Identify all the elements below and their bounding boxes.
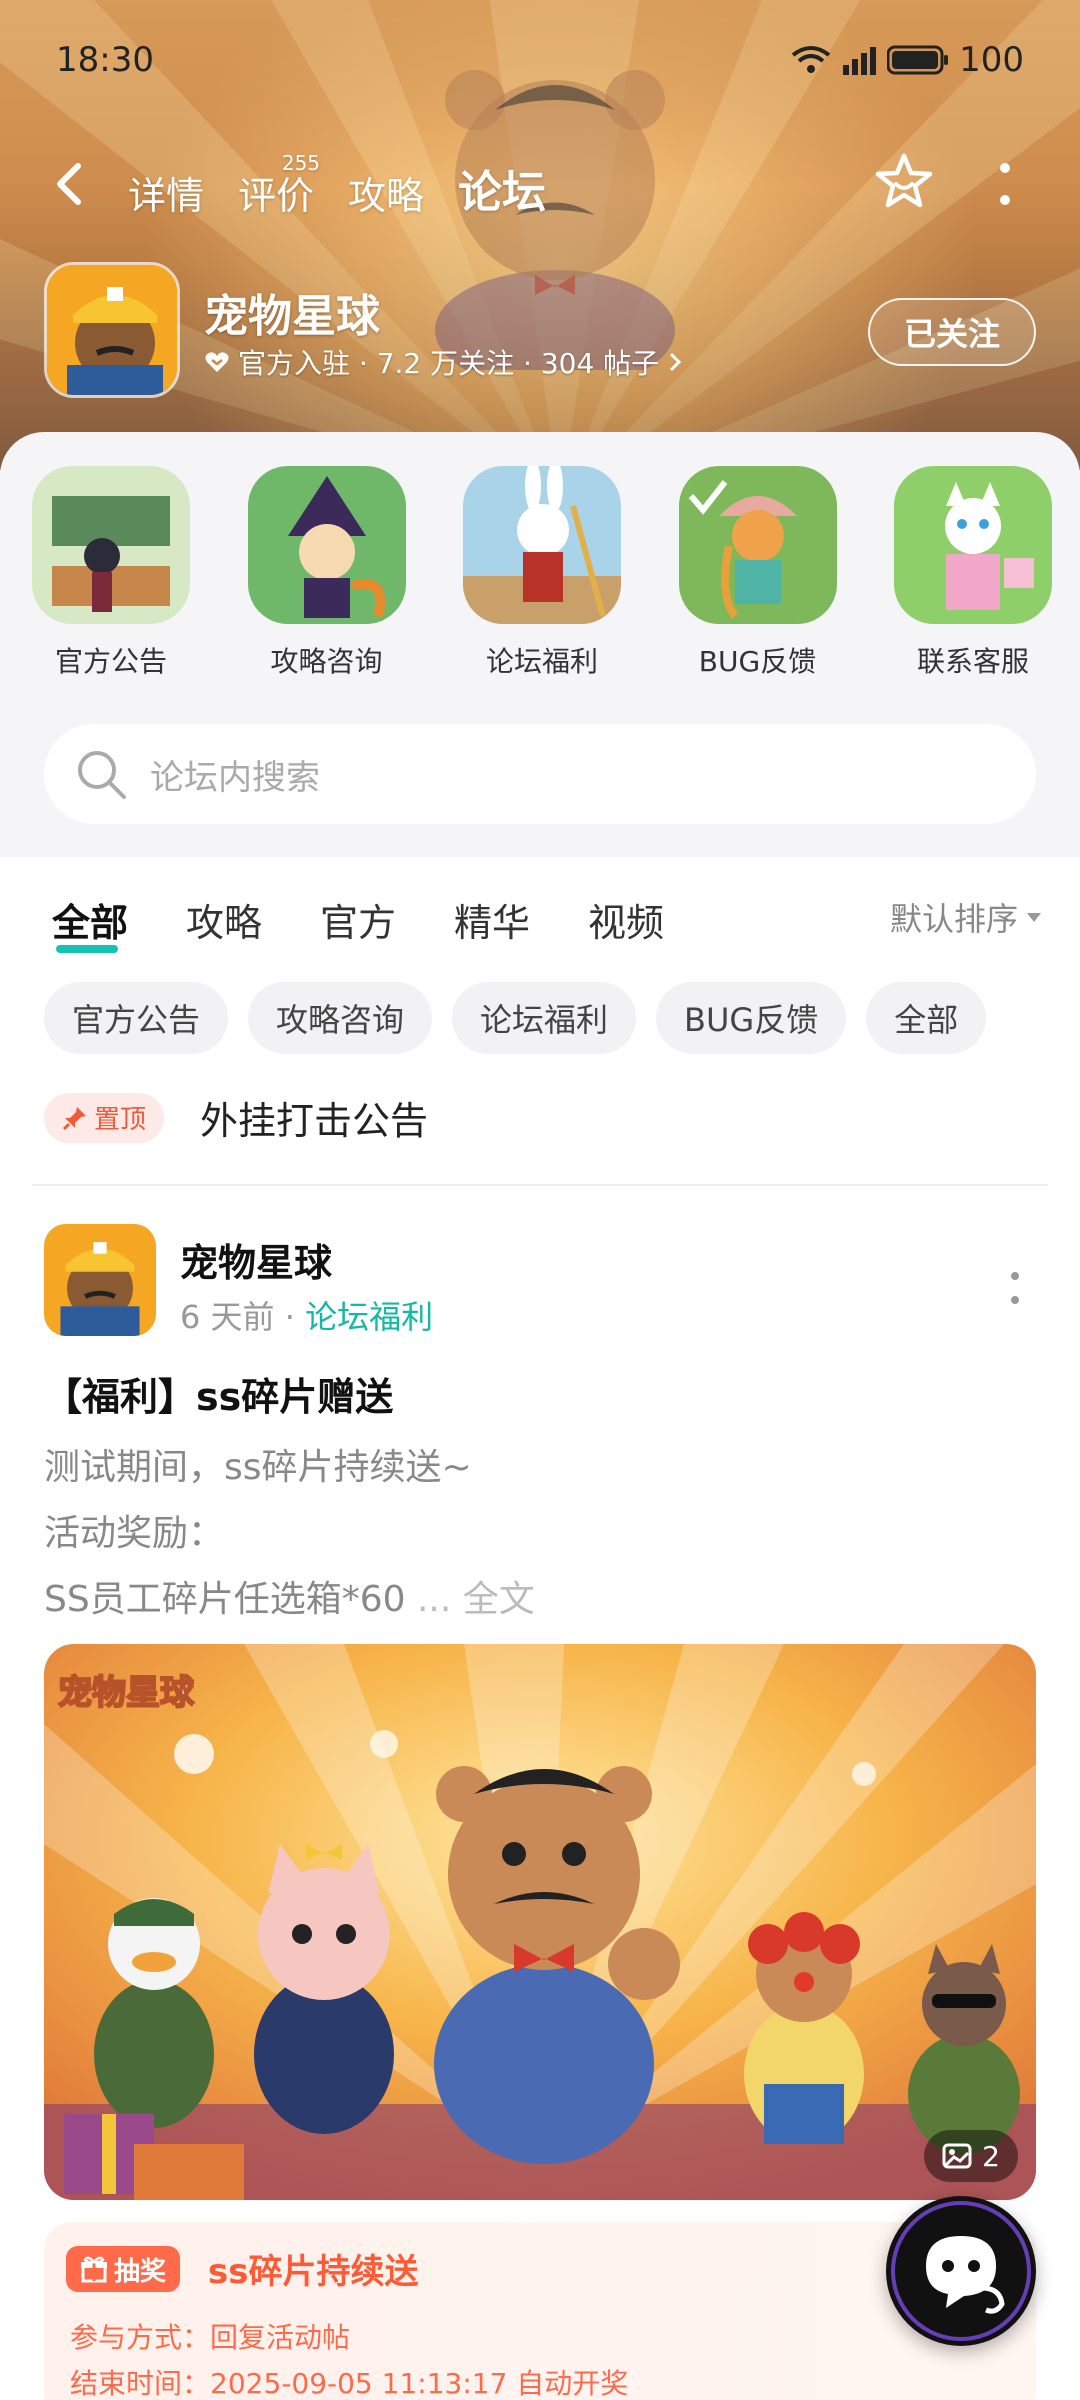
chip-forum-welfare[interactable]: 论坛福利 xyxy=(452,982,637,1054)
board-image xyxy=(678,466,837,624)
search-placeholder: 论坛内搜索 xyxy=(150,757,320,798)
wifi-icon xyxy=(791,46,831,73)
game-icon xyxy=(44,262,180,398)
post-image[interactable]: 宠物星球 2 xyxy=(44,1644,1036,2200)
board-bug-feedback[interactable]: BUG反馈 xyxy=(678,466,837,680)
status-time: 18:30 xyxy=(56,40,154,80)
board-customer-service[interactable]: 联系客服 xyxy=(894,466,1052,680)
read-more-link[interactable]: ... 全文 xyxy=(417,1579,535,1620)
favorite-star-icon[interactable] xyxy=(872,150,936,214)
chat-bubble-icon xyxy=(891,2201,1031,2341)
top-nav: 详情 评价 255 攻略 论坛 xyxy=(0,150,1080,220)
board-forum-welfare[interactable]: 论坛福利 xyxy=(463,466,621,680)
board-image xyxy=(894,466,1052,624)
lottery-end-time: 结束时间：2025-09-05 11:13:17 自动开奖 xyxy=(70,2367,629,2400)
divider xyxy=(32,1184,1048,1186)
game-stats[interactable]: 官方入驻 · 7.2 万关注 · 304 帖子 xyxy=(204,342,683,382)
tab-guide[interactable]: 攻略 xyxy=(348,165,424,220)
images-icon xyxy=(942,2143,972,2169)
status-icons: 100 xyxy=(791,40,1024,80)
pinned-badge: 置顶 xyxy=(44,1092,165,1143)
author-avatar[interactable] xyxy=(44,1224,156,1336)
gift-icon xyxy=(81,2256,107,2283)
battery-level: 100 xyxy=(959,40,1024,80)
tab-forum[interactable]: 论坛 xyxy=(458,156,546,220)
post-more-icon[interactable] xyxy=(1008,1270,1022,1306)
filter-tab-all[interactable]: 全部 xyxy=(52,892,128,953)
chip-official-notice[interactable]: 官方公告 xyxy=(44,982,229,1054)
chip-guide-consult[interactable]: 攻略咨询 xyxy=(248,982,433,1054)
chip-bug-feedback[interactable]: BUG反馈 xyxy=(656,982,847,1054)
tab-detail[interactable]: 详情 xyxy=(128,165,204,220)
official-heart-icon xyxy=(205,352,229,372)
board-image xyxy=(32,466,190,624)
chevron-right-icon xyxy=(670,352,682,372)
forum-info: 宠物星球 官方入驻 · 7.2 万关注 · 304 帖子 已关注 xyxy=(44,262,1044,402)
filter-tabs: 全部 攻略 官方 精华 视频 默认排序 xyxy=(52,880,1042,953)
sort-dropdown[interactable]: 默认排序 xyxy=(890,894,1042,940)
filter-tab-video[interactable]: 视频 xyxy=(588,892,664,947)
nav-tabs: 详情 评价 255 攻略 论坛 xyxy=(128,151,546,220)
tab-reviews[interactable]: 评价 255 xyxy=(238,151,320,220)
signal-icon xyxy=(843,47,877,75)
author-name[interactable]: 宠物星球 xyxy=(180,1232,332,1287)
pin-icon xyxy=(62,1106,86,1130)
reviews-count: 255 xyxy=(281,151,321,175)
board-list: 官方公告 攻略咨询 论坛福利 BUG反馈 联系客服 xyxy=(32,466,1052,680)
follow-button[interactable]: 已关注 xyxy=(868,298,1036,366)
pinned-post[interactable]: 置顶 外挂打击公告 xyxy=(44,1090,428,1145)
chip-all[interactable]: 全部 xyxy=(866,982,987,1054)
post-title: 【福利】ss碎片赠送 xyxy=(44,1375,394,1419)
post-line: SS员工碎片任选箱*60 ... 全文 xyxy=(44,1579,535,1620)
caret-down-icon xyxy=(1027,913,1041,922)
board-image xyxy=(463,466,621,624)
filter-tab-featured[interactable]: 精华 xyxy=(454,892,530,947)
more-options-icon[interactable] xyxy=(990,158,1020,210)
lottery-method: 参与方式：回复活动帖 xyxy=(70,2321,351,2354)
filter-tab-official[interactable]: 官方 xyxy=(320,892,396,947)
banner-logo: 宠物星球 xyxy=(58,1673,195,1713)
chat-fab-button[interactable] xyxy=(886,2196,1036,2346)
board-official-notice[interactable]: 官方公告 xyxy=(32,466,190,680)
post-line: 测试期间，ss碎片持续送~ xyxy=(44,1447,472,1488)
game-name: 宠物星球 xyxy=(204,291,380,342)
pinned-title: 外挂打击公告 xyxy=(200,1099,429,1143)
board-guide-consult[interactable]: 攻略咨询 xyxy=(247,466,406,680)
lottery-tag: 抽奖 xyxy=(66,2246,181,2292)
image-count-badge: 2 xyxy=(924,2130,1018,2182)
filter-tab-guide[interactable]: 攻略 xyxy=(186,892,262,947)
board-image xyxy=(247,466,406,624)
forum-search-bar[interactable]: 论坛内搜索 xyxy=(44,724,1036,824)
post-line: 活动奖励： xyxy=(44,1513,225,1554)
post-board-link[interactable]: 论坛福利 xyxy=(305,1298,433,1336)
post-meta: 6 天前 · 论坛福利 xyxy=(180,1298,434,1336)
battery-icon xyxy=(887,45,949,75)
back-arrow-icon[interactable] xyxy=(44,156,94,212)
forum-boards-panel: 官方公告 攻略咨询 论坛福利 BUG反馈 联系客服 论坛内搜索 xyxy=(0,432,1080,857)
lottery-title: ss碎片持续送 xyxy=(208,2252,419,2292)
status-bar: 18:30 100 xyxy=(0,36,1080,92)
board-filter-chips: 官方公告 攻略咨询 论坛福利 BUG反馈 全部 xyxy=(44,982,987,1054)
search-icon xyxy=(78,751,126,799)
